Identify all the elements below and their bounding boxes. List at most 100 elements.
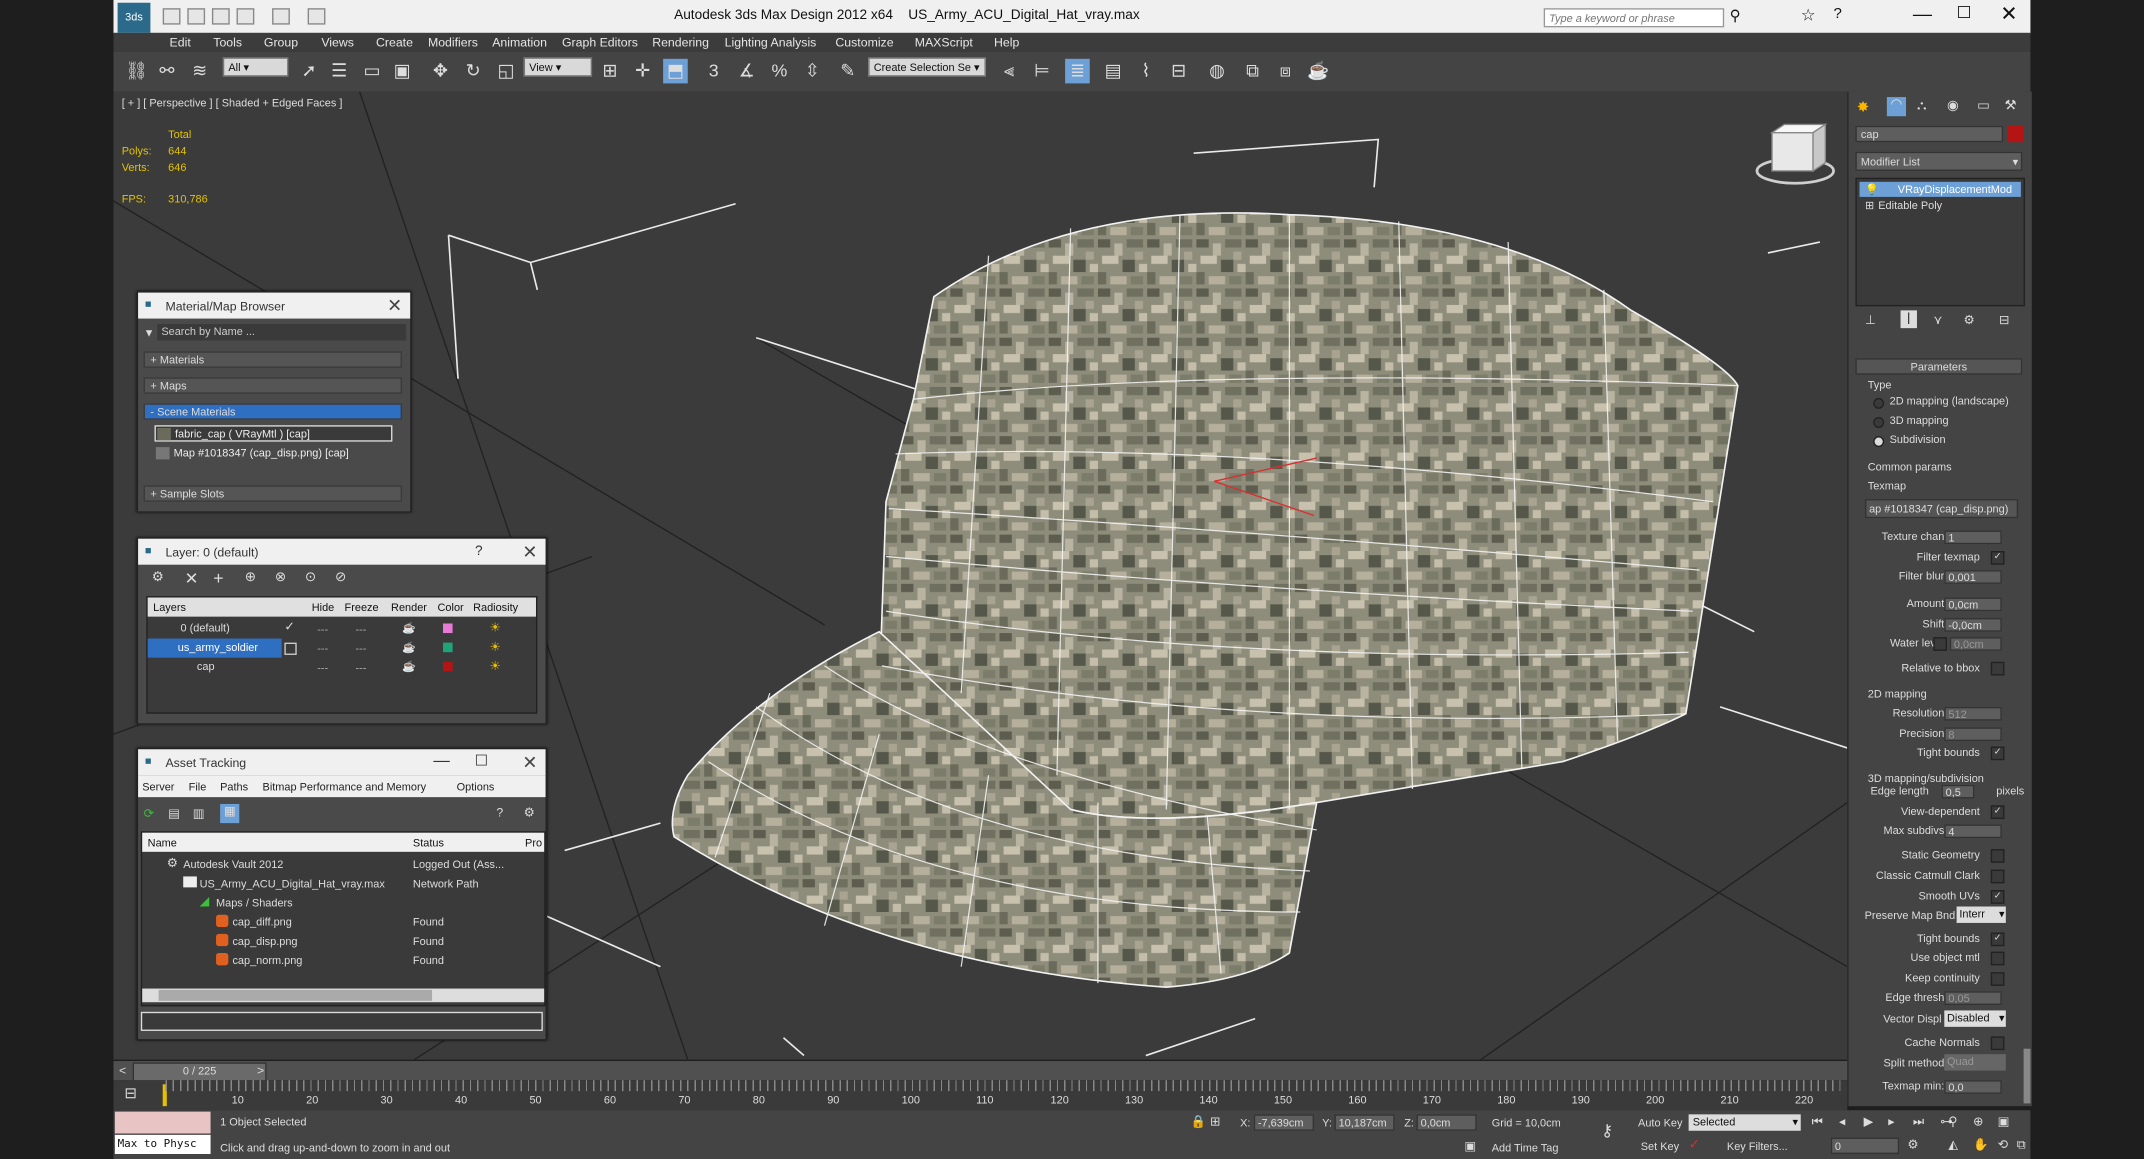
menu-paths[interactable]: Paths bbox=[220, 781, 248, 793]
auto-key-button[interactable]: Auto Key bbox=[1638, 1117, 1682, 1129]
table-row[interactable]: cap_norm.png Found bbox=[142, 952, 544, 971]
menu-tools[interactable]: Tools bbox=[213, 36, 242, 50]
z-coordinate-field[interactable]: 0,0cm bbox=[1416, 1114, 1477, 1131]
minimize-button[interactable]: — bbox=[1913, 3, 1932, 25]
selection-filter-dropdown[interactable]: All ▾ bbox=[222, 57, 289, 77]
tight-bounds-3d-checkbox[interactable]: ✓ bbox=[1990, 932, 2005, 947]
expand-icon[interactable]: ⊞ bbox=[1860, 200, 1874, 212]
menu-modifiers[interactable]: Modifiers bbox=[428, 36, 478, 50]
spinner-snap-icon[interactable]: ⇳ bbox=[800, 59, 825, 84]
table-row[interactable]: cap_diff.png Found bbox=[142, 913, 544, 932]
bulb-icon[interactable]: 💡 bbox=[1860, 183, 1879, 195]
relative-bbox-checkbox[interactable] bbox=[1990, 661, 2005, 676]
table-row[interactable]: US_Army_ACU_Digital_Hat_vray.max Network… bbox=[142, 875, 544, 894]
cache-normals-checkbox[interactable] bbox=[1990, 1036, 2005, 1051]
table-view-icon[interactable]: ▥ bbox=[193, 807, 205, 822]
help-icon[interactable]: ? bbox=[496, 805, 503, 819]
menu-options[interactable]: Options bbox=[457, 781, 495, 793]
time-tag-icon[interactable]: ▣ bbox=[1464, 1139, 1476, 1154]
freeze-toggle[interactable]: --- bbox=[355, 623, 366, 635]
menu-bitmap[interactable]: Bitmap Performance and Memory bbox=[263, 781, 427, 793]
current-layer-box[interactable] bbox=[284, 642, 297, 655]
key-filters-button[interactable]: Key Filters... bbox=[1727, 1140, 1788, 1152]
use-object-mtl-checkbox[interactable] bbox=[1990, 951, 2005, 966]
select-highlighted-icon[interactable]: ⊗ bbox=[275, 570, 286, 585]
help-icon[interactable]: ? bbox=[475, 544, 483, 559]
time-config-icon[interactable]: ⚙ bbox=[1907, 1138, 1918, 1153]
scene-map-item[interactable]: Map #1018347 (cap_disp.png) [cap] bbox=[155, 446, 393, 462]
refresh-icon[interactable]: ⟳ bbox=[144, 807, 154, 822]
utilities-tab-icon[interactable]: ⚒ bbox=[2004, 98, 2016, 113]
menu-rendering[interactable]: Rendering bbox=[652, 36, 709, 50]
select-manipulate-icon[interactable]: ✛ bbox=[630, 59, 655, 84]
set-key-button[interactable]: Set Key bbox=[1641, 1140, 1679, 1152]
modifier-list-dropdown[interactable]: Modifier List ▾ bbox=[1855, 151, 2023, 171]
maxscript-mini-listener[interactable]: Max to Physc bbox=[114, 1134, 211, 1155]
mirror-icon[interactable]: ⫷ bbox=[997, 59, 1022, 84]
search-by-name-input[interactable]: Search by Name ... bbox=[157, 324, 407, 341]
hide-toggle[interactable]: --- bbox=[317, 662, 328, 674]
layer-manager-icon[interactable]: ≣ bbox=[1065, 58, 1090, 84]
resolution-spinner[interactable]: 512 bbox=[1944, 706, 2002, 721]
sample-slots-rollout[interactable]: + Sample Slots bbox=[143, 485, 402, 502]
menu-server[interactable]: Server bbox=[142, 781, 174, 793]
texmap-button[interactable]: ap #1018347 (cap_disp.png) bbox=[1864, 499, 2019, 519]
panel-scrollbar[interactable] bbox=[2023, 1048, 2031, 1104]
menu-help[interactable]: Help bbox=[994, 36, 1019, 50]
maximize-button[interactable]: ☐ bbox=[1957, 3, 1972, 22]
save-file-icon[interactable] bbox=[211, 8, 230, 25]
menu-animation[interactable]: Animation bbox=[492, 36, 547, 50]
horizontal-scrollbar[interactable] bbox=[142, 988, 545, 1003]
menu-group[interactable]: Group bbox=[264, 36, 298, 50]
goto-start-icon[interactable]: ⏮ bbox=[1812, 1114, 1823, 1129]
graphite-tools-icon[interactable]: ▤ bbox=[1101, 59, 1126, 84]
render-production-icon[interactable]: ☕ bbox=[1306, 59, 1331, 84]
app-logo[interactable]: 3ds bbox=[117, 2, 151, 33]
menu-customize[interactable]: Customize bbox=[835, 36, 893, 50]
search-input[interactable] bbox=[1543, 8, 1725, 28]
star-icon[interactable]: ☆ bbox=[1801, 5, 1816, 24]
shift-spinner[interactable]: -0,0cm bbox=[1944, 618, 2002, 632]
scale-icon[interactable]: ◱ bbox=[494, 59, 519, 84]
static-geometry-checkbox[interactable] bbox=[1990, 849, 2005, 863]
amount-spinner[interactable]: 0,0cm bbox=[1944, 597, 2002, 612]
pin-stack-icon[interactable]: ⊥ bbox=[1865, 313, 1876, 328]
table-row[interactable]: ◢ Maps / Shaders bbox=[142, 894, 544, 913]
prev-frame-icon[interactable]: ◂ bbox=[1839, 1114, 1845, 1129]
browser-menu-icon[interactable]: ▼ bbox=[144, 327, 155, 339]
smooth-uvs-checkbox[interactable]: ✓ bbox=[1990, 890, 2005, 904]
minimize-button[interactable]: — bbox=[433, 751, 449, 770]
freeze-toggle[interactable]: --- bbox=[355, 662, 366, 674]
move-icon[interactable]: ✥ bbox=[428, 59, 453, 84]
show-end-result-icon[interactable]: | bbox=[1900, 310, 1917, 329]
max-subdivs-spinner[interactable]: 4 bbox=[1944, 824, 2002, 839]
rendered-frame-icon[interactable]: ⧈ bbox=[1273, 59, 1298, 84]
rect-selection-icon[interactable]: ▭ bbox=[360, 59, 385, 84]
hide-toggle[interactable]: --- bbox=[317, 643, 328, 655]
remove-modifier-icon[interactable]: ⚙ bbox=[1963, 313, 1974, 328]
viewport-label[interactable]: [ + ] [ Perspective ] [ Shaded + Edged F… bbox=[122, 97, 343, 109]
zoom-icon[interactable]: ⚲ bbox=[1948, 1114, 1957, 1129]
scene-materials-rollout[interactable]: - Scene Materials bbox=[143, 403, 402, 420]
radiosity-icon[interactable]: ☀ bbox=[489, 659, 500, 674]
material-editor-icon[interactable]: ◍ bbox=[1205, 59, 1230, 84]
curve-editor-icon[interactable]: ⌇ bbox=[1133, 59, 1158, 84]
parameters-rollout[interactable]: Parameters bbox=[1855, 358, 2023, 375]
make-unique-icon[interactable]: ⋎ bbox=[1933, 313, 1942, 328]
menu-views[interactable]: Views bbox=[321, 36, 354, 50]
open-file-icon[interactable] bbox=[187, 8, 206, 25]
undo-icon[interactable] bbox=[236, 8, 255, 25]
maximize-button[interactable]: ☐ bbox=[475, 752, 489, 769]
layer-row[interactable]: us_army_soldier bbox=[147, 638, 282, 658]
radiosity-icon[interactable]: ☀ bbox=[489, 621, 500, 636]
lock-selection-icon[interactable]: 🔒 bbox=[1191, 1114, 1206, 1129]
binoculars-icon[interactable]: ⚲ bbox=[1730, 7, 1741, 24]
layer-row[interactable]: cap --- --- ☕ ☀ bbox=[148, 658, 536, 677]
absolute-mode-icon[interactable]: ⊞ bbox=[1210, 1114, 1220, 1129]
layer-settings-icon[interactable]: ⚙ bbox=[152, 570, 164, 585]
menu-graph-editors[interactable]: Graph Editors bbox=[562, 36, 638, 50]
hierarchy-tab-icon[interactable]: ⛬ bbox=[1917, 98, 1927, 113]
object-color-swatch[interactable] bbox=[2007, 125, 2024, 143]
radiosity-icon[interactable]: ☀ bbox=[489, 640, 500, 655]
create-layer-icon[interactable]: + bbox=[213, 567, 223, 588]
